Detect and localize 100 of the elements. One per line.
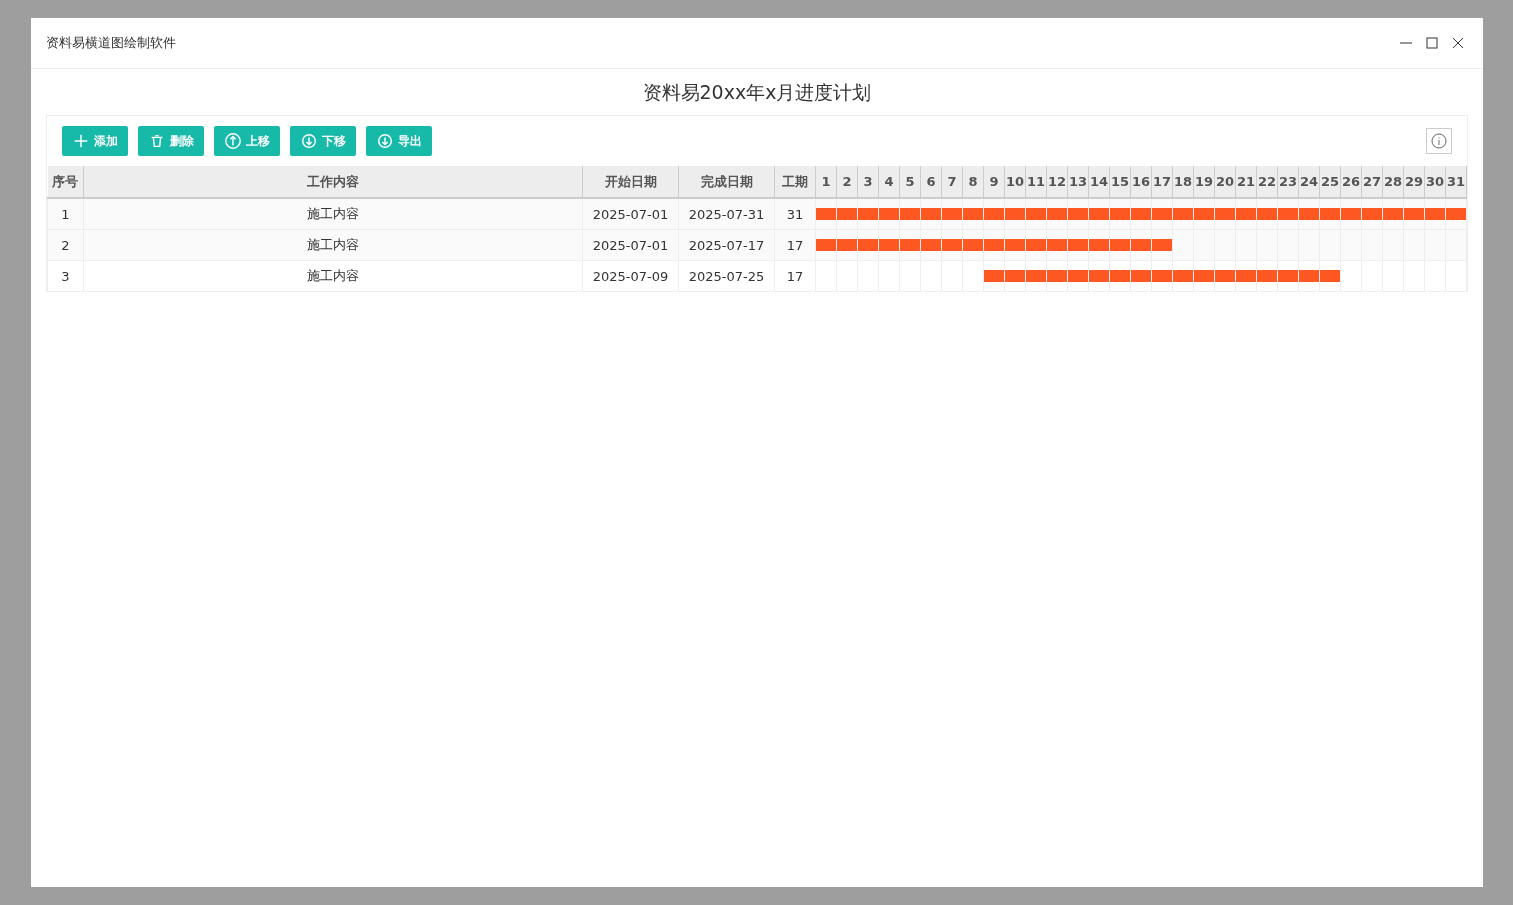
gantt-bar-segment <box>921 208 941 220</box>
day-header: 15 <box>1109 166 1131 198</box>
gantt-bar-segment <box>1173 270 1193 282</box>
maximize-icon[interactable] <box>1426 37 1438 49</box>
gantt-bar-segment <box>1278 208 1298 220</box>
day-header: 21 <box>1235 166 1257 198</box>
gantt-bar-segment <box>837 239 857 251</box>
gantt-bar-segment <box>1047 239 1067 251</box>
day-header: 19 <box>1193 166 1215 198</box>
gantt-bar-segment <box>1299 270 1319 282</box>
gantt-bar-segment <box>984 208 1004 220</box>
gantt-bar-segment <box>1152 208 1172 220</box>
table-cell: 施工内容 <box>83 260 583 292</box>
gantt-bar-segment <box>1320 208 1340 220</box>
day-header: 3 <box>857 166 879 198</box>
table-cell: 2025-07-31 <box>678 198 775 230</box>
gantt-bar-segment <box>1215 270 1235 282</box>
gantt-bar-segment <box>1257 208 1277 220</box>
gantt-bar-segment <box>1026 208 1046 220</box>
toolbar-button[interactable]: 上移 <box>214 126 280 156</box>
table-cell: 17 <box>774 229 816 261</box>
gantt-bar-segment <box>1194 270 1214 282</box>
gantt-bar-segment <box>1005 208 1025 220</box>
day-header: 4 <box>878 166 900 198</box>
gantt-bar-segment <box>1236 270 1256 282</box>
day-header: 22 <box>1256 166 1278 198</box>
gantt-bar-segment <box>1362 208 1382 220</box>
gantt-bar-segment <box>1299 208 1319 220</box>
gantt-bar-segment <box>1320 270 1340 282</box>
gantt-bar-segment <box>1047 208 1067 220</box>
gantt-bar-segment <box>1236 208 1256 220</box>
gantt-bar-segment <box>963 208 983 220</box>
gantt-bar-segment <box>837 208 857 220</box>
gantt-bar-segment <box>1383 208 1403 220</box>
gantt-bar-segment <box>1005 239 1025 251</box>
day-header: 18 <box>1172 166 1194 198</box>
table-cell: 2025-07-01 <box>582 229 679 261</box>
toolbar-button[interactable]: 删除 <box>138 126 204 156</box>
column-header: 工作内容 <box>83 166 583 198</box>
gantt-bar-segment <box>1026 270 1046 282</box>
gantt-bar-segment <box>858 208 878 220</box>
day-header: 24 <box>1298 166 1320 198</box>
gantt-bar-segment <box>1215 208 1235 220</box>
day-header: 25 <box>1319 166 1341 198</box>
day-header: 16 <box>1130 166 1152 198</box>
day-header: 7 <box>941 166 963 198</box>
gantt-bar-segment <box>1005 270 1025 282</box>
gantt-bar-segment <box>1047 270 1067 282</box>
toolbar-button[interactable]: 导出 <box>366 126 432 156</box>
gantt-bar-segment <box>1089 208 1109 220</box>
table-cell: 2025-07-17 <box>678 229 775 261</box>
gantt-bar-segment <box>879 208 899 220</box>
day-header: 10 <box>1004 166 1026 198</box>
day-header: 11 <box>1025 166 1047 198</box>
gantt-bar-segment <box>1068 270 1088 282</box>
table-cell: 31 <box>774 198 816 230</box>
gantt-bar-segment <box>1446 208 1466 220</box>
day-header: 29 <box>1403 166 1425 198</box>
table-cell: 2025-07-01 <box>582 198 679 230</box>
gantt-bar-segment <box>984 270 1004 282</box>
day-header: 5 <box>899 166 921 198</box>
day-header: 13 <box>1067 166 1089 198</box>
day-header: 26 <box>1340 166 1362 198</box>
day-header: 28 <box>1382 166 1404 198</box>
gantt-bar-segment <box>1131 270 1151 282</box>
column-header: 完成日期 <box>678 166 775 198</box>
day-header: 8 <box>962 166 984 198</box>
table-cell: 17 <box>774 260 816 292</box>
column-header: 序号 <box>47 166 84 198</box>
table-cell: 3 <box>47 260 84 292</box>
gantt-bar-segment <box>858 239 878 251</box>
page-heading: 资料易20xx年x月进度计划 <box>641 80 873 105</box>
table-cell: 2 <box>47 229 84 261</box>
gantt-bar-segment <box>1341 208 1361 220</box>
close-icon[interactable] <box>1452 37 1464 49</box>
plus-icon <box>72 132 90 150</box>
day-header: 9 <box>983 166 1005 198</box>
gantt-bar-segment <box>1131 239 1151 251</box>
gantt-bar-segment <box>1194 208 1214 220</box>
gantt-bar-segment <box>1089 270 1109 282</box>
gantt-bar-segment <box>921 239 941 251</box>
toolbar-button[interactable]: 下移 <box>290 126 356 156</box>
toolbar-button[interactable]: 添加 <box>62 126 128 156</box>
day-header: 12 <box>1046 166 1068 198</box>
gantt-bar-segment <box>1089 239 1109 251</box>
gantt-bar-segment <box>1425 208 1445 220</box>
gantt-bar-segment <box>1278 270 1298 282</box>
gantt-bar-segment <box>816 239 836 251</box>
gantt-bar-segment <box>1068 208 1088 220</box>
gantt-bar-segment <box>963 239 983 251</box>
column-header: 工期 <box>774 166 816 198</box>
gantt-bar-segment <box>1110 270 1130 282</box>
day-header: 27 <box>1361 166 1383 198</box>
info-button[interactable] <box>1426 128 1452 154</box>
table-cell: 施工内容 <box>83 229 583 261</box>
gantt-bar-segment <box>900 208 920 220</box>
gantt-bar-segment <box>984 239 1004 251</box>
day-header: 6 <box>920 166 942 198</box>
day-header: 2 <box>836 166 858 198</box>
table-cell: 1 <box>47 198 84 230</box>
